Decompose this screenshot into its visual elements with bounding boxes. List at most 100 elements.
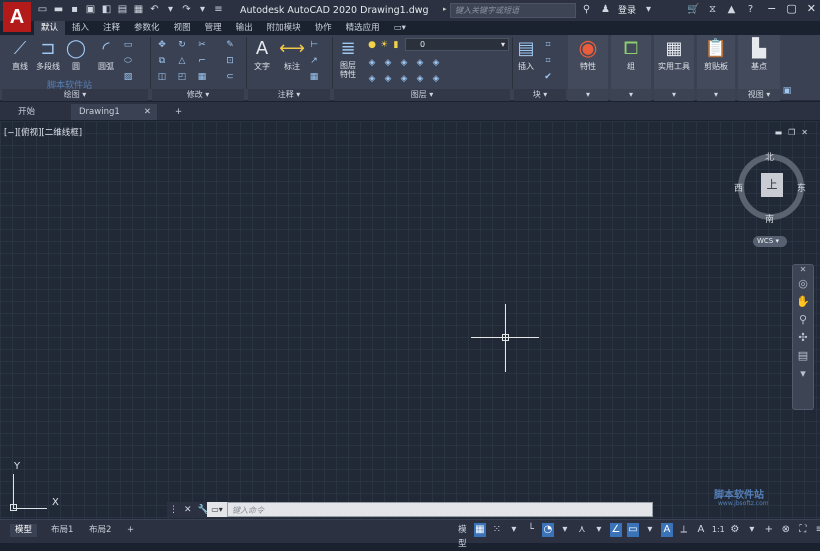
osnap-tracking-icon[interactable]: ∠ [609, 523, 622, 537]
new-tab-icon[interactable]: + [167, 104, 190, 120]
snap-icon[interactable]: ⁙ [491, 523, 503, 537]
add-layout-icon[interactable]: + [122, 524, 139, 537]
tab-view[interactable]: 视图 [167, 21, 198, 35]
move-icon[interactable]: ✥ [156, 39, 168, 51]
layer-delete-icon[interactable]: ◈ [414, 73, 426, 85]
snap-dropdown-icon[interactable]: ▾ [508, 523, 520, 537]
user-icon[interactable]: ♟ [599, 3, 612, 16]
layer-off-icon[interactable]: ◈ [430, 57, 442, 69]
web-mobile-icon[interactable]: ◧ [100, 3, 113, 16]
layer-freeze-icon[interactable]: ☀ [378, 39, 390, 51]
zoom-icon[interactable]: ⚲ [793, 311, 813, 329]
viewcube[interactable]: 上 [738, 154, 804, 220]
offset-icon[interactable]: ⊂ [224, 71, 236, 83]
annotation-visibility-icon[interactable]: A [660, 523, 673, 537]
drawing-canvas[interactable]: [−][俯视][二维线框] ▬ ❐ ✕ [0, 121, 820, 519]
insert-button[interactable]: ▤ 插入 [508, 37, 544, 72]
layer-freeze2-icon[interactable]: ◈ [366, 73, 378, 85]
layer-lock-icon[interactable]: ▮ [390, 39, 402, 51]
layer-unisolate-icon[interactable]: ◈ [414, 57, 426, 69]
properties-expand-icon[interactable]: ▾ [568, 89, 608, 101]
explode-icon[interactable]: ⊡ [224, 55, 236, 67]
clipboard-button[interactable]: 📋 剪贴板 [698, 37, 734, 72]
tab-manage[interactable]: 管理 [198, 21, 229, 35]
dimension-button[interactable]: ⟷ 标注 [274, 37, 310, 72]
layer-match-icon[interactable]: ◈ [366, 57, 378, 69]
redo-icon[interactable]: ↷ [180, 3, 193, 16]
edit-block-icon[interactable]: ⌗ [542, 55, 554, 67]
group-button[interactable]: ⧠ 组 [613, 37, 649, 72]
annotation-panel-title[interactable]: 注释 ▾ [248, 89, 330, 101]
group-expand-icon[interactable]: ▾ [611, 89, 651, 101]
tab-layout2[interactable]: 布局2 [84, 524, 116, 537]
tab-collaborate[interactable]: 协作 [308, 21, 339, 35]
tab-more-icon[interactable]: ▭▾ [387, 21, 413, 35]
utilities-panel[interactable]: ▦ 实用工具 ▾ [654, 35, 694, 101]
rectangle-icon[interactable]: ▭ [122, 39, 134, 51]
ortho-icon[interactable]: └ [525, 523, 537, 537]
copy-icon[interactable]: ⧉ [156, 55, 168, 67]
attribute-icon[interactable]: ✔ [542, 71, 554, 83]
showmotion-icon[interactable]: ▤ [793, 347, 813, 365]
properties-button[interactable]: ◉ 特性 [570, 37, 606, 72]
viewport-close-icon[interactable]: ✕ [801, 128, 808, 137]
close-tab-icon[interactable]: ✕ [144, 104, 151, 120]
close-icon[interactable]: ✕ [807, 2, 816, 15]
tab-model[interactable]: 模型 [10, 524, 38, 537]
customize-status-icon[interactable]: ≡ [814, 523, 820, 537]
arc-button[interactable]: ◜ 圆弧 [88, 37, 124, 72]
open-folder-icon[interactable]: ▬ [52, 3, 65, 16]
isodraft-icon[interactable]: ⋏ [576, 523, 588, 537]
isolate-objects-icon[interactable]: ⊗ [780, 523, 792, 537]
gradient-icon[interactable]: ▨ [122, 71, 134, 83]
search-icon[interactable]: ⚲ [580, 3, 593, 16]
a360-icon[interactable]: ▲ [725, 3, 738, 16]
navbar-close-icon[interactable]: ✕ [793, 265, 813, 275]
undo-icon[interactable]: ↶ [148, 3, 161, 16]
new-file-icon[interactable]: ▭ [36, 3, 49, 16]
viewport-label[interactable]: [−][俯视][二维线框] [4, 126, 82, 138]
tab-layout1[interactable]: 布局1 [46, 524, 78, 537]
help-icon[interactable]: ? [744, 3, 757, 16]
customize-qat-icon[interactable]: ≡ [212, 3, 225, 16]
view-panel-title[interactable]: 视图 ▾ [738, 89, 780, 101]
tab-drawing1[interactable]: Drawing1 ✕ [71, 104, 158, 120]
modify-panel-title[interactable]: 修改 ▾ [152, 89, 244, 101]
fillet-icon[interactable]: ⌐ [196, 55, 208, 67]
search-input[interactable]: 键入关键字或短语 [450, 3, 576, 18]
annotation-scale-icon[interactable]: A [695, 523, 707, 537]
linear-dim-icon[interactable]: ⊢ [308, 39, 320, 51]
save-icon[interactable]: ▪ [68, 3, 81, 16]
layer-previous-icon[interactable]: ◈ [382, 57, 394, 69]
polar-icon[interactable]: ◔ [541, 523, 554, 537]
print-icon[interactable]: ▦ [132, 3, 145, 16]
layer-state-icon[interactable]: ◈ [430, 73, 442, 85]
clipboard-expand-icon[interactable]: ▾ [697, 89, 735, 101]
search-expand-icon[interactable]: ▸ [443, 5, 447, 13]
auto-scale-icon[interactable]: ⟂ [678, 523, 690, 537]
layer-on-icon[interactable]: ● [366, 39, 378, 51]
viewcube-east[interactable]: 东 [797, 181, 806, 194]
block-panel-title[interactable]: 块 ▾ [514, 89, 566, 101]
layers-panel-title[interactable]: 图层 ▾ [334, 89, 510, 101]
mirror-icon[interactable]: △ [176, 55, 188, 67]
layer-dropdown[interactable]: 0 ▾ [405, 38, 509, 51]
chevron-down-icon[interactable]: ▾ [642, 3, 655, 16]
annotation-scale-value[interactable]: 1:1 [712, 523, 725, 537]
properties-panel[interactable]: ◉ 特性 ▾ [568, 35, 608, 101]
layer-walk-icon[interactable]: ◈ [382, 73, 394, 85]
redo-dropdown-icon[interactable]: ▾ [196, 3, 209, 16]
stretch-icon[interactable]: ◫ [156, 71, 168, 83]
erase-icon[interactable]: ✎ [224, 39, 236, 51]
exchange-icon[interactable]: ⧖ [706, 3, 719, 16]
group-panel[interactable]: ⧠ 组 ▾ [611, 35, 651, 101]
command-input[interactable]: 键入命令 [227, 502, 653, 517]
create-block-icon[interactable]: ⌗ [542, 39, 554, 51]
cart-icon[interactable]: 🛒 [687, 3, 700, 16]
settings-gear-icon[interactable]: ⚙ [729, 523, 741, 537]
undo-dropdown-icon[interactable]: ▾ [164, 3, 177, 16]
rotate-icon[interactable]: ↻ [176, 39, 188, 51]
recent-commands-icon[interactable]: ▭▾ [207, 502, 227, 517]
polar-dropdown-icon[interactable]: ▾ [559, 523, 571, 537]
plus-icon[interactable]: + [763, 523, 775, 537]
